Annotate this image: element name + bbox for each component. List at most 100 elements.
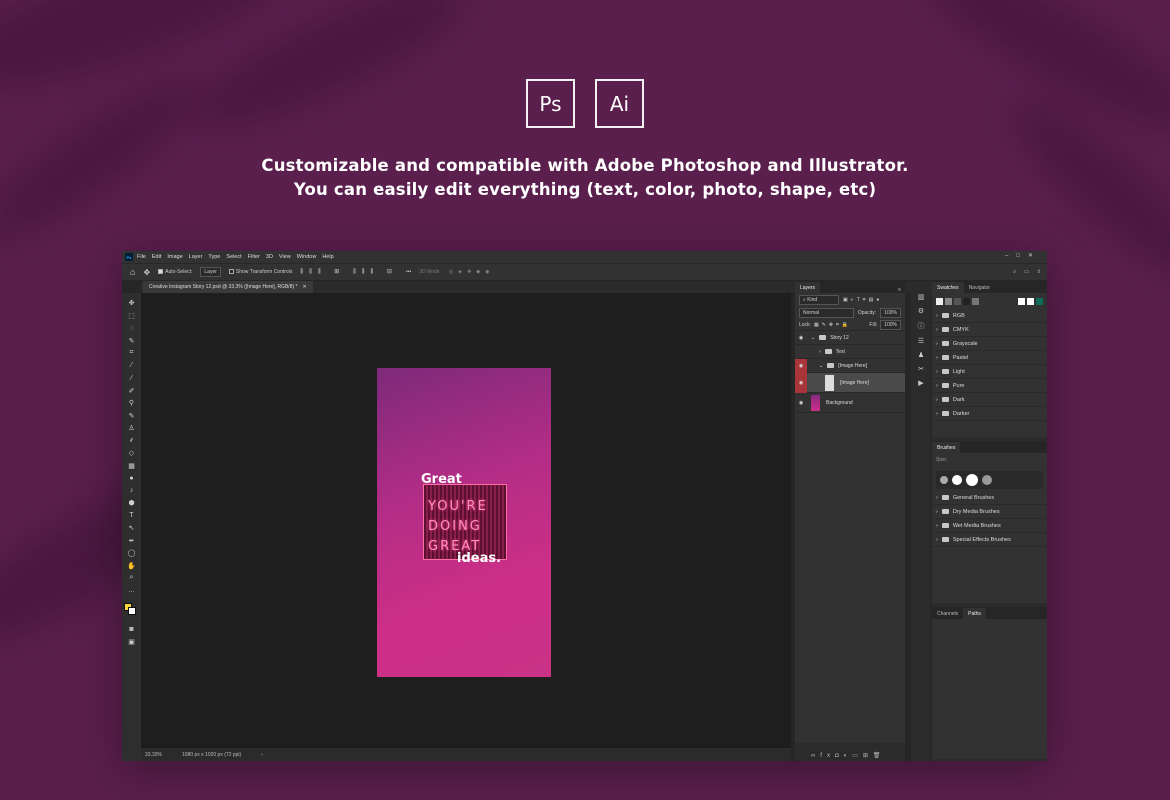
menu-type[interactable]: Type — [208, 254, 220, 260]
menu-image[interactable]: Image — [167, 254, 182, 260]
3d-tools-icons[interactable]: ◎◈✥◆◉ — [449, 269, 495, 275]
blend-mode-dropdown[interactable]: Normal — [799, 308, 854, 318]
brush-preset[interactable] — [982, 475, 992, 485]
quick-mask-icon[interactable]: ◙ — [126, 623, 138, 636]
pen-icon[interactable]: ⬢ — [126, 497, 138, 510]
swatch-chip[interactable] — [972, 297, 979, 305]
lock-icons[interactable]: ▦✎✥⌗🔒 — [814, 322, 851, 328]
brush-folder[interactable]: › General Brushes — [932, 491, 1047, 505]
layer-row[interactable]: ◉ Background — [795, 393, 905, 413]
status-arrow-icon[interactable]: › — [261, 752, 263, 758]
tab-layers[interactable]: Layers — [795, 282, 821, 293]
libraries-icon[interactable]: ▥ — [918, 293, 925, 301]
swatch-chip[interactable] — [1027, 297, 1034, 305]
swatch-folder[interactable]: › RGB — [932, 309, 1047, 323]
transform-controls-checkbox[interactable] — [228, 269, 234, 275]
tab-navigator[interactable]: Navigator — [964, 282, 995, 293]
tab-paths[interactable]: Paths — [963, 608, 986, 619]
crop-icon[interactable]: ⌗ — [126, 347, 138, 360]
eraser-icon[interactable]: ◇ — [126, 447, 138, 460]
swatch-chip[interactable] — [1036, 297, 1043, 305]
expand-arrow-icon[interactable]: › — [819, 349, 821, 355]
blur-icon[interactable]: ● — [126, 472, 138, 485]
menu-3d[interactable]: 3D — [266, 254, 273, 260]
swatch-chip[interactable] — [936, 297, 943, 305]
brush-folder[interactable]: › Dry Media Brushes — [932, 505, 1047, 519]
hand-icon[interactable]: ✋ — [126, 560, 138, 573]
swatch-folder[interactable]: › Light — [932, 365, 1047, 379]
auto-select-toggle[interactable]: Auto-Select: — [158, 269, 192, 275]
recent-swatches[interactable] — [932, 293, 1047, 309]
share-icon[interactable]: ⇪ — [1037, 269, 1041, 275]
panel-menu-icon[interactable]: ≡ — [898, 287, 905, 293]
lasso-icon[interactable]: ◌ — [126, 322, 138, 335]
delete-icon[interactable]: 🗑 — [873, 753, 886, 759]
home-icon[interactable]: ⌂ — [130, 267, 135, 277]
more-options-icon[interactable]: ••• — [406, 269, 411, 275]
styles-icon[interactable]: ♟ — [918, 351, 924, 359]
tools-icon[interactable]: ✂ — [918, 365, 924, 373]
swatch-chip[interactable] — [981, 297, 988, 305]
tab-swatches[interactable]: Swatches — [932, 282, 964, 293]
group-icon[interactable]: ▭ — [852, 753, 863, 759]
history-brush-icon[interactable]: ✎ — [126, 410, 138, 423]
swatch-folder[interactable]: › Pastel — [932, 351, 1047, 365]
menu-edit[interactable]: Edit — [152, 254, 161, 260]
align-icons[interactable]: ⫼⫼⫼ ⊞ ⫼⫼⫼ ⊟ — [300, 268, 398, 276]
healing-icon[interactable]: ⁄ — [126, 372, 138, 385]
swatch-folder[interactable]: › Pure — [932, 379, 1047, 393]
move-icon[interactable]: ✥ — [126, 297, 138, 310]
menu-view[interactable]: View — [279, 254, 291, 260]
brush-folder[interactable]: › Special Effects Brushes — [932, 533, 1047, 547]
swatch-folder[interactable]: › Darker — [932, 407, 1047, 421]
brush-icon[interactable]: ✐ — [126, 385, 138, 398]
layer-row[interactable]: ◉ ⌄ Story 12 — [795, 331, 905, 345]
brush-folder[interactable]: › Wet Media Brushes — [932, 519, 1047, 533]
new-layer-icon[interactable]: ⊞ — [863, 753, 873, 759]
auto-select-dropdown[interactable]: Layer — [200, 267, 221, 277]
close-tab-icon[interactable]: ✕ — [302, 284, 306, 290]
visibility-eye-icon[interactable]: ◉ — [795, 358, 807, 373]
visibility-eye-icon[interactable]: ◉ — [795, 372, 807, 393]
brush-preset[interactable] — [940, 476, 948, 484]
zoom-level[interactable]: 33,33% — [145, 752, 162, 758]
swatch-folder[interactable]: › CMYK — [932, 323, 1047, 337]
type-icon[interactable]: T — [126, 510, 138, 523]
fx-icon[interactable]: fx — [820, 753, 835, 759]
layer-row-selected[interactable]: ◉ [Image Here] — [795, 372, 905, 393]
swatch-chip[interactable] — [1018, 297, 1025, 305]
swatch-chip[interactable] — [963, 297, 970, 305]
visibility-eye-icon[interactable]: ◉ — [795, 335, 807, 341]
info-icon[interactable]: ⓘ — [918, 321, 925, 331]
swatch-folder[interactable]: › Dark — [932, 393, 1047, 407]
fill-field[interactable]: 100% — [880, 319, 901, 330]
swatch-folder[interactable]: › Grayscale — [932, 337, 1047, 351]
auto-select-checkbox[interactable] — [158, 269, 164, 275]
visibility-eye-icon[interactable]: ◉ — [795, 400, 807, 406]
search-icon[interactable]: ⌕ — [1013, 269, 1016, 275]
adjustment-icon[interactable]: ◐ — [844, 753, 853, 759]
transform-controls-toggle[interactable]: Show Transform Controls — [228, 269, 292, 275]
close-icon[interactable]: ✕ — [1028, 253, 1041, 259]
move-tool-icon[interactable]: ✥ — [143, 268, 150, 277]
marquee-icon[interactable]: ⬚ — [126, 310, 138, 323]
expand-arrow-icon[interactable]: ⌄ — [819, 363, 823, 369]
filter-type-icons[interactable]: ▣◐T⌗▤● — [843, 297, 882, 303]
opacity-field[interactable]: 100% — [880, 308, 901, 318]
document-tab[interactable]: Creative Instagram Story 12.psd @ 33,3% … — [143, 281, 313, 293]
clone-stamp-icon[interactable]: ⚲ — [126, 397, 138, 410]
stamp-icon[interactable]: ♙ — [126, 422, 138, 435]
expand-arrow-icon[interactable]: ⌄ — [811, 335, 815, 341]
layer-row[interactable]: ◉ ⌄ [Image Here] — [795, 358, 905, 373]
shape-icon[interactable]: ◯ — [126, 547, 138, 560]
adjustments-icon[interactable]: ⚙ — [918, 307, 924, 315]
swatch-chip[interactable] — [945, 297, 952, 305]
dodge-icon[interactable]: ♪ — [126, 485, 138, 498]
more-tools-icon[interactable]: … — [126, 585, 138, 598]
eyedropper-icon[interactable]: ⁄ — [126, 360, 138, 373]
brush-presets[interactable] — [936, 471, 1043, 489]
story-artboard[interactable]: YOU'RE DOING GREAT Great ideas. — [377, 368, 551, 677]
zoom-icon[interactable]: ⌕ — [126, 572, 138, 585]
menu-file[interactable]: File — [137, 254, 146, 260]
background-color-swatch[interactable] — [128, 607, 136, 615]
